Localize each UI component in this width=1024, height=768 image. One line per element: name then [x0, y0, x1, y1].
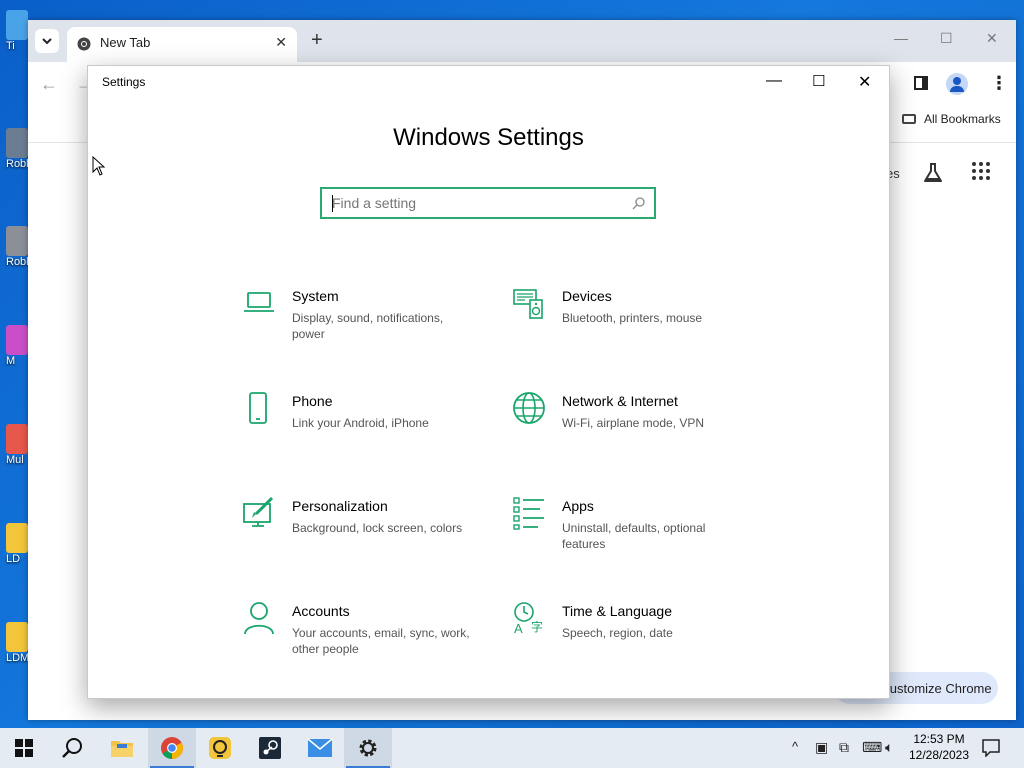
volume-muted-icon[interactable]: 🔈︎ [885, 739, 893, 756]
phone-icon [249, 392, 267, 424]
category-description: Wi-Fi, airplane mode, VPN [562, 416, 705, 430]
start-button[interactable] [0, 728, 48, 768]
svg-text:字: 字 [531, 619, 543, 634]
keyboard-speaker-icon [513, 289, 543, 319]
new-tab-button[interactable]: + [311, 29, 323, 52]
tray-network-icon[interactable]: ⧉ [839, 739, 849, 756]
category-name: Accounts [292, 603, 350, 619]
menu-kebab-icon[interactable]: ⋮ [990, 73, 1008, 94]
taskbar: ^ ▣ ⧉ ⌨ 🔈︎ 12:53 PM 12/28/2023 [0, 728, 1024, 768]
app-icon [6, 325, 28, 355]
tab-close-icon[interactable]: ✕ [275, 34, 287, 51]
google-apps-icon[interactable] [972, 162, 990, 180]
app-icon [6, 128, 28, 158]
search-icon [632, 197, 645, 210]
category-description: Speech, region, date [562, 626, 673, 640]
category-phone[interactable]: Phone Link your Android, iPhone [242, 391, 482, 463]
tab-new-tab[interactable]: New Tab ✕ [67, 27, 297, 62]
category-description: Uninstall, defaults, optional features [562, 521, 706, 551]
search-icon [62, 738, 82, 758]
settings-close-button[interactable]: ✕ [858, 72, 871, 92]
chrome-favicon-icon [77, 37, 91, 51]
tab-title: New Tab [100, 35, 151, 50]
text-caret [332, 195, 333, 212]
app-icon [6, 523, 28, 553]
category-description: Your accounts, email, sync, work, other … [292, 626, 470, 656]
category-name: Devices [562, 288, 612, 304]
time-language-icon: A 字 [514, 602, 543, 635]
category-personalization[interactable]: Personalization Background, lock screen,… [242, 496, 482, 568]
notification-icon[interactable] [982, 739, 1000, 757]
mouse-cursor-icon [92, 156, 106, 176]
tab-search-button[interactable] [35, 29, 59, 53]
category-name: Network & Internet [562, 393, 678, 409]
clock-date: 12/28/2023 [908, 748, 970, 762]
svg-text:A: A [514, 621, 523, 635]
app-icon [6, 226, 28, 256]
app-icon [6, 424, 28, 454]
windows-logo-icon [15, 739, 33, 757]
steam-icon [259, 737, 281, 759]
tray-display-icon[interactable]: ⌨ [862, 739, 882, 756]
page-title: Windows Settings [393, 124, 584, 151]
clock-time: 12:53 PM [913, 732, 965, 746]
apps-list-icon [513, 497, 544, 530]
folder-icon [111, 741, 133, 757]
category-name: Apps [562, 498, 594, 514]
gear-icon [359, 739, 377, 757]
category-description: Display, sound, notifications, power [292, 311, 444, 341]
settings-minimize-button[interactable]: — [766, 72, 782, 90]
laptop-icon [244, 292, 274, 312]
taskbar-settings[interactable] [344, 728, 392, 768]
taskbar-steam[interactable] [246, 728, 294, 768]
mail-icon [307, 738, 333, 757]
category-name: Personalization [292, 498, 388, 514]
category-name: Phone [292, 393, 333, 409]
settings-window: Settings — ☐ ✕ Windows Settings System D… [87, 65, 890, 699]
category-system[interactable]: System Display, sound, notifications, po… [242, 286, 482, 358]
category-description: Bluetooth, printers, mouse [562, 311, 703, 325]
profile-avatar-icon[interactable] [946, 73, 968, 95]
taskbar-search-button[interactable] [48, 728, 96, 768]
settings-maximize-button[interactable]: ☐ [812, 72, 825, 90]
chrome-icon [161, 737, 183, 759]
app-icon [6, 10, 28, 40]
all-bookmarks-button[interactable]: All Bookmarks [902, 112, 1001, 126]
back-button[interactable]: ← [40, 74, 58, 95]
chrome-minimize-button[interactable]: — [894, 30, 908, 46]
category-description: Link your Android, iPhone [292, 416, 429, 430]
show-hidden-icons-chevron-icon[interactable]: ^ [792, 739, 798, 754]
globe-icon [513, 392, 545, 424]
category-apps[interactable]: Apps Uninstall, defaults, optional featu… [512, 496, 752, 568]
category-accounts[interactable]: Accounts Your accounts, email, sync, wor… [242, 601, 482, 673]
paint-brush-icon [243, 496, 274, 527]
search-input[interactable] [332, 195, 622, 211]
chrome-close-button[interactable]: ✕ [986, 30, 998, 47]
folder-icon [902, 114, 916, 124]
category-network-internet[interactable]: Network & Internet Wi-Fi, airplane mode,… [512, 391, 752, 463]
person-icon [244, 602, 274, 635]
app-icon [6, 622, 28, 652]
system-clock[interactable]: 12:53 PM 12/28/2023 [906, 731, 972, 763]
category-devices[interactable]: Devices Bluetooth, printers, mouse [512, 286, 752, 358]
settings-window-title: Settings [102, 75, 146, 89]
taskbar-ldplayer[interactable] [196, 728, 244, 768]
labs-flask-icon[interactable] [922, 162, 944, 184]
ldplayer-icon [209, 737, 231, 759]
category-time-language[interactable]: A 字 Time & Language Speech, region, date [512, 601, 752, 673]
taskbar-chrome[interactable] [148, 728, 196, 768]
taskbar-mail[interactable] [296, 728, 344, 768]
chevron-down-icon [42, 38, 52, 45]
taskbar-file-explorer[interactable] [98, 728, 146, 768]
tab-strip: New Tab ✕ + — ☐ ✕ [28, 20, 1016, 62]
settings-search-box[interactable] [320, 187, 656, 219]
category-name: Time & Language [562, 603, 672, 619]
tray-app-icon[interactable]: ▣ [815, 739, 828, 756]
category-name: System [292, 288, 339, 304]
chrome-maximize-button[interactable]: ☐ [940, 30, 953, 47]
all-bookmarks-label: All Bookmarks [924, 112, 1001, 126]
category-description: Background, lock screen, colors [292, 521, 463, 535]
side-panel-icon[interactable] [914, 76, 928, 90]
